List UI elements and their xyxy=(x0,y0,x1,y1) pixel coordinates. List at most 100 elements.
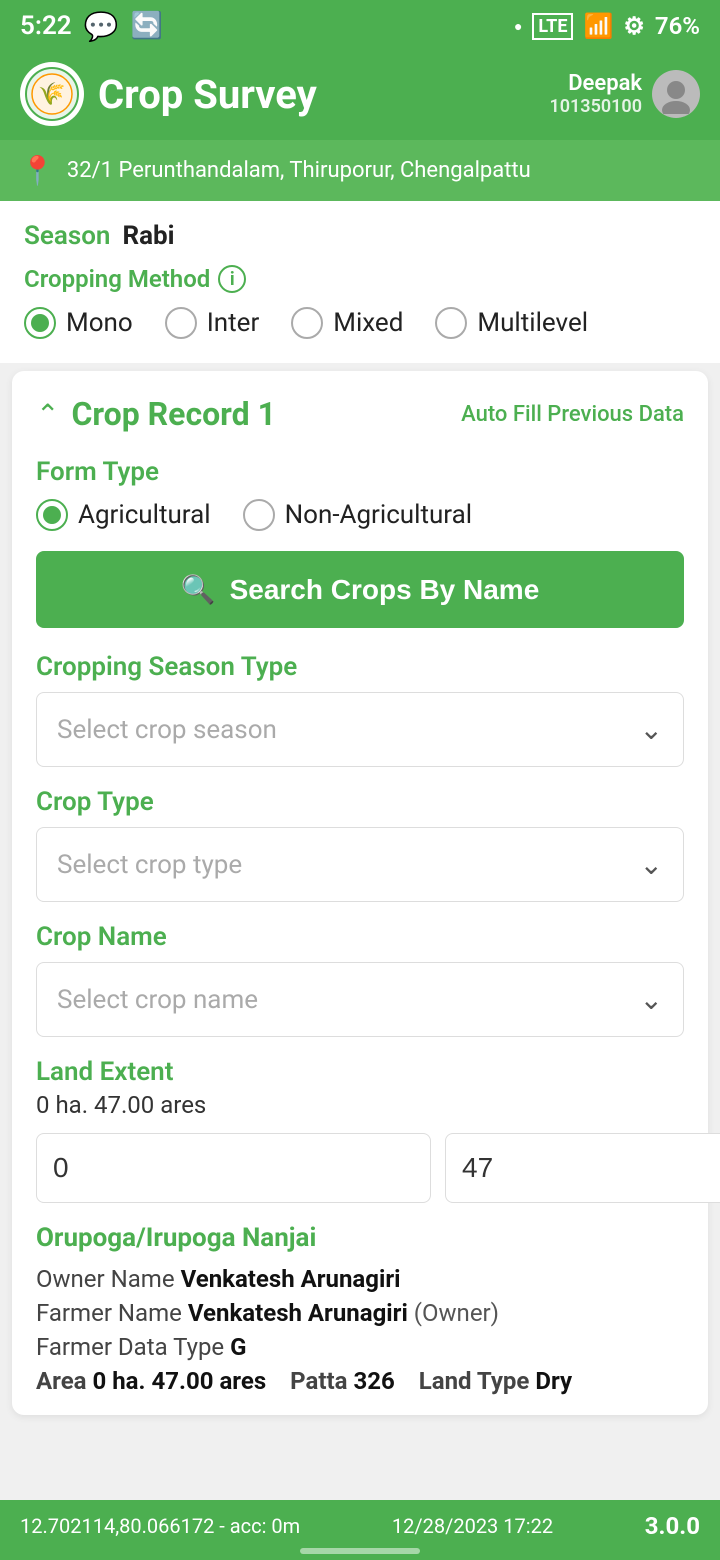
address-bar: 📍 32/1 Perunthandalam, Thiruporur, Cheng… xyxy=(0,140,720,201)
crop-record-name: Crop Record 1 xyxy=(71,395,275,433)
crop-type-label: Crop Type xyxy=(36,787,684,817)
crop-name-placeholder: Select crop name xyxy=(57,985,258,1015)
chevron-down-icon-2: ⌄ xyxy=(640,848,663,881)
crop-name-label: Crop Name xyxy=(36,922,684,952)
radio-non-agricultural[interactable] xyxy=(243,499,275,531)
method-inter[interactable]: Inter xyxy=(165,307,260,339)
patta-group: Patta 326 xyxy=(290,1367,395,1395)
farmer-data-type-value: G xyxy=(230,1333,246,1361)
app-title: Crop Survey xyxy=(98,71,317,118)
crop-type-dropdown[interactable]: Select crop type ⌄ xyxy=(36,827,684,902)
cropping-method-label: Cropping Method i xyxy=(24,265,696,293)
auto-fill-button[interactable]: Auto Fill Previous Data xyxy=(461,402,684,427)
farmer-data-type-row: Farmer Data Type G xyxy=(36,1333,684,1361)
datetime-display: 12/28/2023 17:22 xyxy=(392,1514,553,1538)
land-type-value: Dry xyxy=(535,1367,572,1395)
crop-name-section: Crop Name Select crop name ⌄ xyxy=(36,922,684,1037)
season-row: Season Rabi xyxy=(24,221,696,251)
season-label: Season xyxy=(24,221,110,251)
status-right: ● LTE 📶 ⚙ 76% xyxy=(514,12,700,40)
signal-icon: 📶 xyxy=(583,12,613,40)
land-input-ares[interactable] xyxy=(445,1133,720,1203)
owner-name-row: Owner Name Venkatesh Arunagiri xyxy=(36,1265,684,1293)
land-extent-value: 0 ha. 47.00 ares xyxy=(36,1091,684,1119)
lte-icon: LTE xyxy=(532,13,573,40)
form-type-group: Agricultural Non-Agricultural xyxy=(36,499,684,531)
land-inputs-group xyxy=(36,1133,684,1203)
address-text: 32/1 Perunthandalam, Thiruporur, Chengal… xyxy=(67,158,531,183)
method-mono-label: Mono xyxy=(66,308,133,338)
user-id: 101350100 xyxy=(549,96,642,117)
season-section: Season Rabi Cropping Method i Mono Inter… xyxy=(0,201,720,363)
radio-multilevel[interactable] xyxy=(435,307,467,339)
area-group: Area 0 ha. 47.00 ares xyxy=(36,1367,266,1395)
user-info: Deepak 101350100 xyxy=(549,71,642,117)
land-type-label: Land Type xyxy=(419,1367,530,1395)
method-mixed-label: Mixed xyxy=(333,308,403,338)
farmer-name-row: Farmer Name Venkatesh Arunagiri (Owner) xyxy=(36,1299,684,1327)
gps-coords: 12.702114,80.066172 - acc: 0m xyxy=(20,1514,300,1538)
info-icon[interactable]: i xyxy=(218,265,246,293)
radio-agricultural[interactable] xyxy=(36,499,68,531)
crop-record-title: ⌃ Crop Record 1 xyxy=(36,395,276,433)
radio-inter[interactable] xyxy=(165,307,197,339)
app-version: 3.0.0 xyxy=(645,1512,700,1540)
search-btn-label: Search Crops By Name xyxy=(230,574,540,606)
header-left: 🌾 Crop Survey xyxy=(20,62,317,126)
area-label: Area xyxy=(36,1367,87,1395)
app-logo: 🌾 xyxy=(20,62,84,126)
cropping-season-label: Cropping Season Type xyxy=(36,652,684,682)
battery-display: 76% xyxy=(655,12,700,40)
agricultural-label: Agricultural xyxy=(78,500,211,530)
cropping-season-placeholder: Select crop season xyxy=(57,715,277,745)
owner-name-label: Owner Name xyxy=(36,1265,175,1293)
farmer-data-type-label: Farmer Data Type xyxy=(36,1333,224,1361)
orupoga-title: Orupoga/Irupoga Nanjai xyxy=(36,1223,684,1253)
land-extent-section: Land Extent 0 ha. 47.00 ares xyxy=(36,1057,684,1203)
crop-record-card: ⌃ Crop Record 1 Auto Fill Previous Data … xyxy=(12,371,708,1415)
svg-text:🌾: 🌾 xyxy=(38,81,65,107)
method-inter-label: Inter xyxy=(207,308,260,338)
method-multilevel[interactable]: Multilevel xyxy=(435,307,588,339)
radio-mono[interactable] xyxy=(24,307,56,339)
land-input-ha[interactable] xyxy=(36,1133,431,1203)
cropping-season-dropdown[interactable]: Select crop season ⌄ xyxy=(36,692,684,767)
form-agricultural[interactable]: Agricultural xyxy=(36,499,211,531)
user-name: Deepak xyxy=(549,71,642,96)
farmer-name-suffix: (Owner) xyxy=(414,1299,499,1327)
form-non-agricultural[interactable]: Non-Agricultural xyxy=(243,499,472,531)
time-display: 5:22 xyxy=(20,11,72,41)
radio-mixed[interactable] xyxy=(291,307,323,339)
chevron-up-icon[interactable]: ⌃ xyxy=(36,398,59,431)
method-multilevel-label: Multilevel xyxy=(477,308,588,338)
cropping-method-group: Mono Inter Mixed Multilevel xyxy=(24,307,696,339)
status-left: 5:22 💬 🔄 xyxy=(20,10,163,43)
method-mixed[interactable]: Mixed xyxy=(291,307,403,339)
non-agricultural-label: Non-Agricultural xyxy=(285,500,472,530)
cropping-season-section: Cropping Season Type Select crop season … xyxy=(36,652,684,767)
land-extent-label: Land Extent xyxy=(36,1057,684,1087)
home-indicator xyxy=(300,1548,420,1554)
chevron-down-icon: ⌄ xyxy=(640,713,663,746)
patta-value: 326 xyxy=(353,1367,394,1395)
user-avatar xyxy=(652,70,700,118)
location-icon: 📍 xyxy=(20,154,55,187)
crop-name-dropdown[interactable]: Select crop name ⌄ xyxy=(36,962,684,1037)
farmer-name-value: Venkatesh Arunagiri xyxy=(188,1299,408,1327)
crop-type-section: Crop Type Select crop type ⌄ xyxy=(36,787,684,902)
season-value: Rabi xyxy=(122,221,174,251)
crop-type-placeholder: Select crop type xyxy=(57,850,242,880)
chevron-down-icon-3: ⌄ xyxy=(640,983,663,1016)
crop-record-header: ⌃ Crop Record 1 Auto Fill Previous Data xyxy=(36,395,684,433)
form-type-section: Form Type Agricultural Non-Agricultural xyxy=(36,457,684,531)
settings-icon: ⚙ xyxy=(623,12,645,40)
area-value: 0 ha. 47.00 ares xyxy=(93,1367,267,1395)
status-bar: 5:22 💬 🔄 ● LTE 📶 ⚙ 76% xyxy=(0,0,720,52)
dot-indicator: ● xyxy=(514,18,522,35)
patta-label: Patta xyxy=(290,1367,347,1395)
area-patta-landtype-row: Area 0 ha. 47.00 ares Patta 326 Land Typ… xyxy=(36,1367,684,1395)
search-crops-button[interactable]: 🔍 Search Crops By Name xyxy=(36,551,684,628)
whatsapp-icon: 💬 xyxy=(84,10,119,43)
method-mono[interactable]: Mono xyxy=(24,307,133,339)
land-type-group: Land Type Dry xyxy=(419,1367,572,1395)
